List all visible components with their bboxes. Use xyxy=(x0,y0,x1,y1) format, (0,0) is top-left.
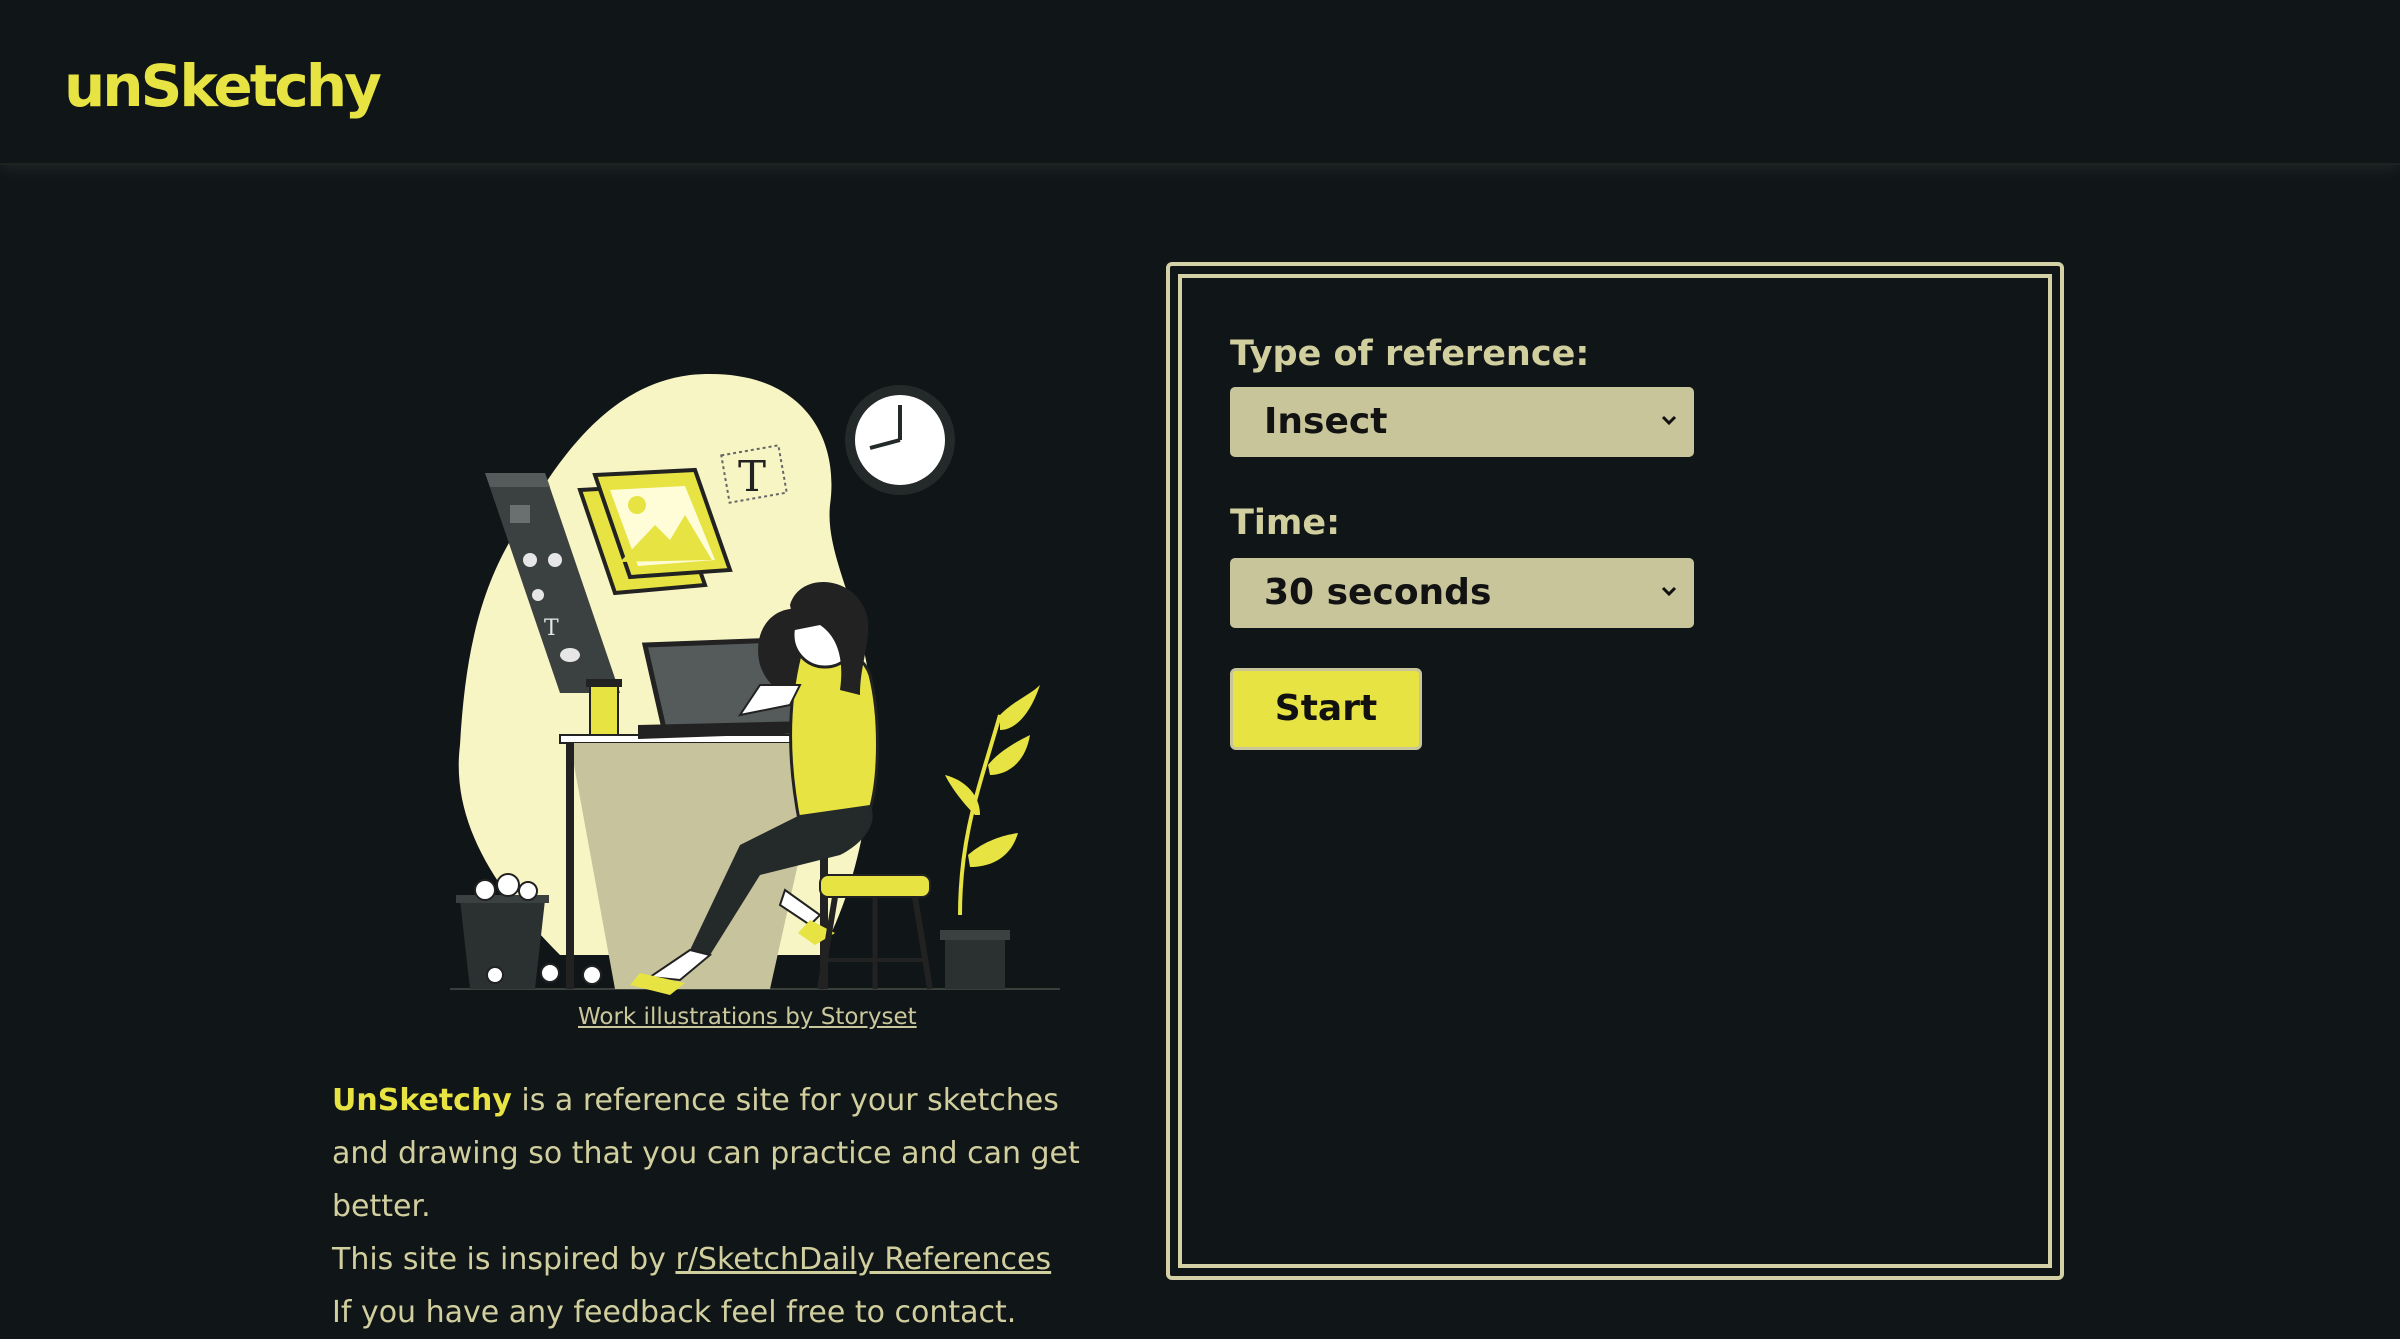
time-value: 30 seconds xyxy=(1264,572,1492,613)
about-brand: UnSketchy xyxy=(332,1083,512,1118)
reference-type-value: Insect xyxy=(1264,401,1388,442)
top-navbar: unSketchy xyxy=(0,0,2400,165)
inspired-prefix: This site is inspired by xyxy=(332,1242,676,1277)
woman-drawing-illustration: T T xyxy=(450,374,1060,995)
svg-text:T: T xyxy=(738,452,766,501)
sketchdaily-link[interactable]: r/SketchDaily References xyxy=(675,1242,1051,1277)
reference-type-select[interactable]: Insect xyxy=(1230,387,1694,457)
about-text: UnSketchy is a reference site for your s… xyxy=(332,1074,1112,1339)
chevron-down-icon xyxy=(1661,586,1677,597)
plant-graphic xyxy=(940,685,1040,989)
illustration-credit-link[interactable]: Work illustrations by Storyset xyxy=(578,1004,917,1030)
time-label: Time: xyxy=(1230,503,1341,543)
stool-graphic xyxy=(817,874,933,990)
site-logo[interactable]: unSketchy xyxy=(64,46,382,126)
reference-type-label: Type of reference: xyxy=(1230,334,1590,374)
chevron-down-icon xyxy=(1661,415,1677,426)
cup-graphic xyxy=(586,679,622,736)
time-select[interactable]: 30 seconds xyxy=(1230,558,1694,628)
start-button[interactable]: Start xyxy=(1230,668,1422,750)
svg-text:T: T xyxy=(544,616,559,641)
clock-icon xyxy=(845,385,955,495)
feedback-text: If you have any feedback feel free to co… xyxy=(332,1295,1017,1330)
